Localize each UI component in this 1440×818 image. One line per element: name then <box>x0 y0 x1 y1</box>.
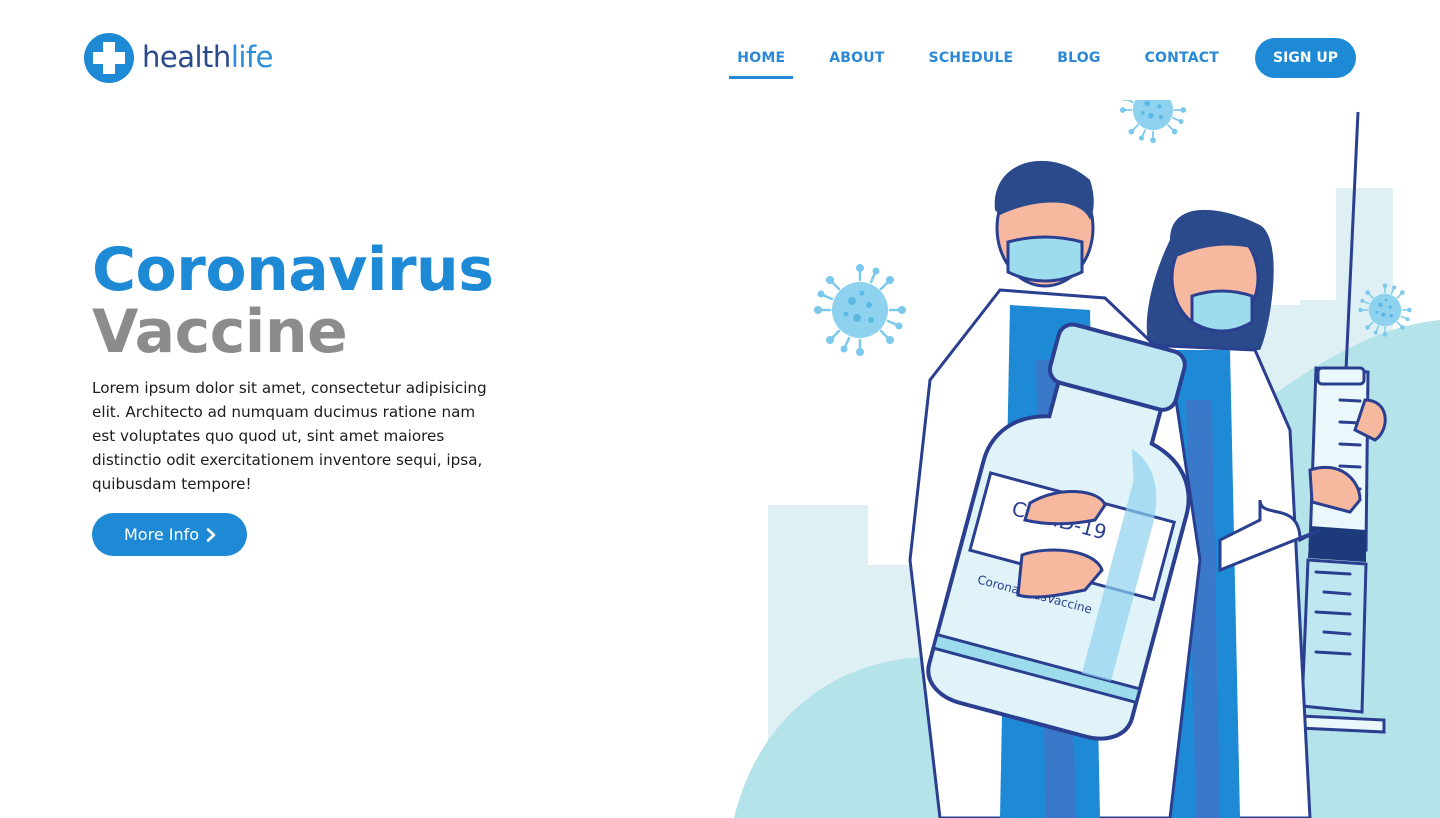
hero-section: Coronavirus Vaccine Lorem ipsum dolor si… <box>92 240 512 556</box>
brand-name: healthlife <box>142 39 274 74</box>
virus-icon <box>812 262 908 358</box>
hero-description: Lorem ipsum dolor sit amet, consectetur … <box>92 379 487 493</box>
nav-about[interactable]: ABOUT <box>829 38 884 78</box>
signup-button[interactable]: SIGN UP <box>1254 38 1356 78</box>
nav-schedule[interactable]: SCHEDULE <box>929 38 1014 78</box>
nav-blog[interactable]: BLOG <box>1057 38 1100 78</box>
more-info-label: More Info <box>124 525 200 544</box>
chevron-right-icon <box>206 527 216 542</box>
hero-title: Coronavirus <box>92 235 494 305</box>
nav-home[interactable]: HOME <box>729 38 794 79</box>
hero-illustration: COVID-19 CoronavirusVaccine <box>700 100 1440 818</box>
brand-name-light: life <box>230 39 274 74</box>
virus-icon <box>1118 100 1188 145</box>
virus-icon <box>1357 282 1413 338</box>
medical-cross-icon <box>84 33 134 83</box>
brand-name-strong: health <box>142 39 231 74</box>
nav-contact[interactable]: CONTACT <box>1145 38 1219 78</box>
main-nav: HOME ABOUT SCHEDULE BLOG CONTACT SIGN UP <box>729 38 1356 79</box>
more-info-button[interactable]: More Info <box>92 513 248 556</box>
brand-logo[interactable]: healthlife <box>84 33 273 83</box>
hero-subtitle: Vaccine <box>92 297 348 367</box>
